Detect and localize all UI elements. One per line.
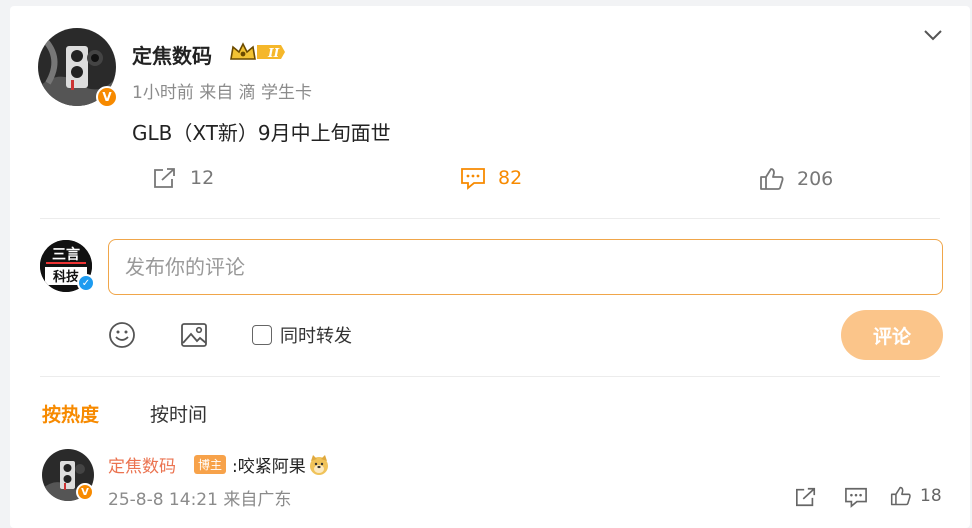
checkbox-box[interactable]	[252, 325, 272, 345]
submit-comment-button[interactable]: 评论	[841, 310, 943, 360]
comment-time: 25-8-8 14:21 来自广东	[108, 490, 292, 510]
also-repost-checkbox[interactable]: 同时转发	[252, 322, 352, 348]
thumbs-up-icon	[890, 486, 911, 506]
comment-button[interactable]: 82	[460, 166, 522, 190]
thumbs-up-icon	[760, 168, 784, 190]
also-repost-label: 同时转发	[280, 326, 352, 347]
chevron-down-icon[interactable]	[922, 26, 944, 44]
verified-badge-icon: V	[76, 483, 94, 501]
comment-count: 82	[498, 167, 523, 189]
tab-sort-by-time[interactable]: 按时间	[150, 400, 207, 427]
divider	[40, 376, 940, 377]
comment-text-content: :咬紧阿果	[232, 457, 306, 477]
emoji-icon[interactable]	[108, 321, 136, 349]
repost-count: 12	[190, 167, 215, 189]
comment-reply-icon[interactable]	[844, 486, 868, 508]
svg-text:II: II	[267, 46, 280, 60]
like-button[interactable]: 206	[759, 167, 833, 191]
verified-blue-badge-icon: ✓	[77, 274, 95, 292]
post-text: GLB（XT新）9月中上旬面世	[132, 121, 391, 145]
vip-crown-badge-icon[interactable]: II	[229, 41, 287, 63]
svg-text:三言: 三言	[52, 246, 80, 263]
tab-sort-by-hot[interactable]: 按热度	[42, 400, 99, 427]
comment-input[interactable]	[108, 239, 943, 295]
doge-emoji-icon	[309, 454, 328, 475]
comment-like-button[interactable]: 18	[890, 485, 942, 507]
divider	[40, 218, 940, 219]
comment-repost-icon[interactable]	[794, 486, 818, 508]
comment-author-name[interactable]: 定焦数码	[108, 452, 176, 477]
comment-icon	[461, 168, 485, 190]
image-icon[interactable]	[180, 321, 208, 349]
post-meta: 1小时前 来自 滴 学生卡	[132, 83, 313, 103]
like-count: 206	[797, 168, 834, 190]
verified-badge-icon: V	[96, 86, 118, 108]
repost-icon	[154, 168, 175, 188]
svg-text:科技: 科技	[53, 269, 80, 285]
weibo-post-card: V 定焦数码 II 1小时前 来自 滴 学生卡 GLB（XT新）9月中上旬面世 …	[10, 6, 970, 528]
author-tag-badge: 博主	[194, 455, 227, 474]
comment-like-count: 18	[920, 486, 942, 506]
repost-button[interactable]: 12	[152, 166, 214, 190]
comment-text: :咬紧阿果	[232, 452, 330, 477]
author-name[interactable]: 定焦数码	[132, 40, 212, 69]
